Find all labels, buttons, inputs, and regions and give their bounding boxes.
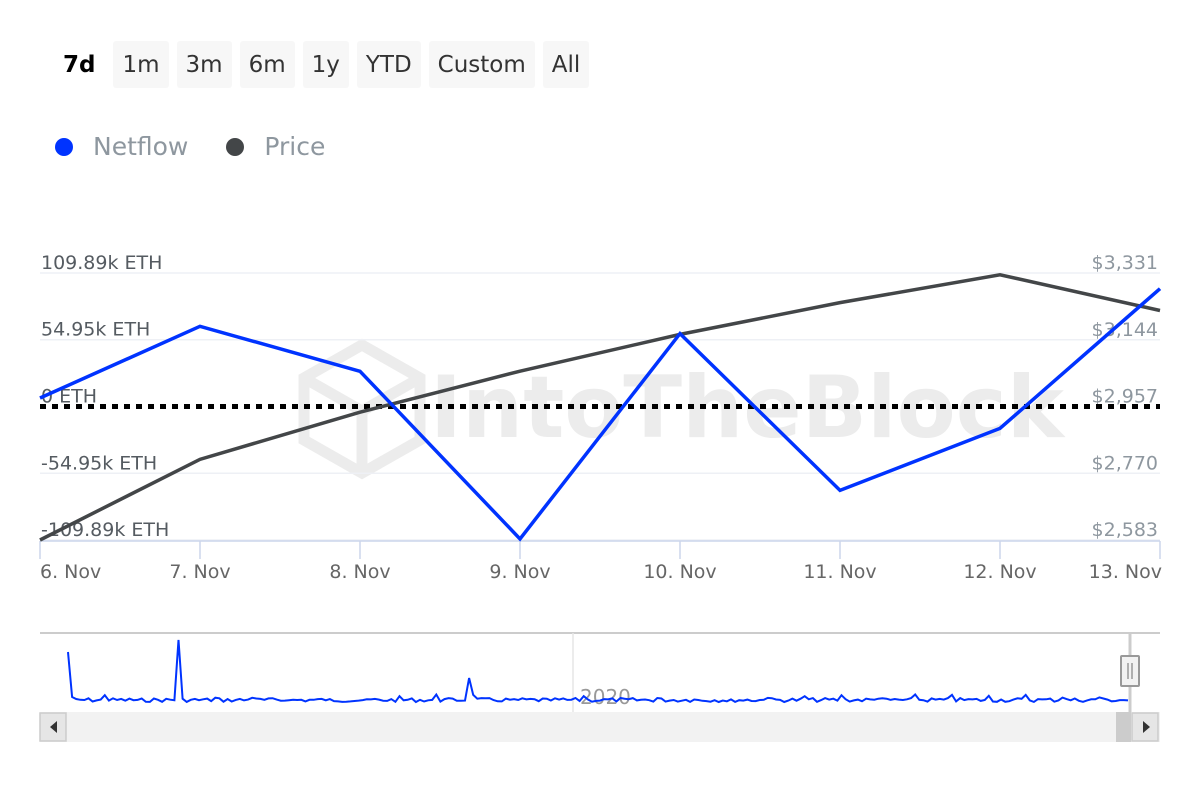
navigator: 2020 [40,632,1160,712]
y-left-tick-label: 109.89k ETH [41,252,162,274]
scrollbar[interactable] [39,712,1160,742]
y-axis-left: 109.89k ETH54.95k ETH0 ETH-54.95k ETH-10… [41,252,169,541]
x-tick-label: 10. Nov [643,561,716,583]
x-axis: 6. Nov 7. Nov 8. Nov 9. Nov 10. Nov 11. Nov 12… [39,541,1162,583]
navigator-year-label: 2020 [580,685,631,709]
x-tick-label: 6. Nov [40,561,101,583]
y-right-tick-label: $3,331 [1092,252,1158,274]
x-tick-label: 8. Nov [329,561,390,583]
y-right-tick-label: $2,770 [1092,452,1158,474]
x-tick-label: 7. Nov [169,561,230,583]
scrollbar-track[interactable] [40,712,1160,742]
y-left-tick-label: 54.95k ETH [41,319,150,341]
x-tick-label: 9. Nov [489,561,550,583]
watermark: IntoTheBlock [298,338,1066,480]
x-tick-label: 11. Nov [803,561,876,583]
x-tick-label: 13. Nov [1089,561,1162,583]
scrollbar-thumb[interactable] [1116,712,1131,742]
scroll-left-button[interactable] [39,712,67,742]
netflow-price-chart: IntoTheBlock 109.89k ETH54.95k ETH0 ETH-… [39,252,1162,742]
y-right-tick-label: $2,583 [1092,519,1158,541]
navigator-handle[interactable] [1120,655,1140,687]
x-tick-label: 12. Nov [963,561,1036,583]
scroll-right-button[interactable] [1131,712,1159,742]
y-axis-right: $3,331$3,144$2,957$2,770$2,583 [1092,252,1158,541]
y-left-tick-label: -54.95k ETH [41,452,157,474]
